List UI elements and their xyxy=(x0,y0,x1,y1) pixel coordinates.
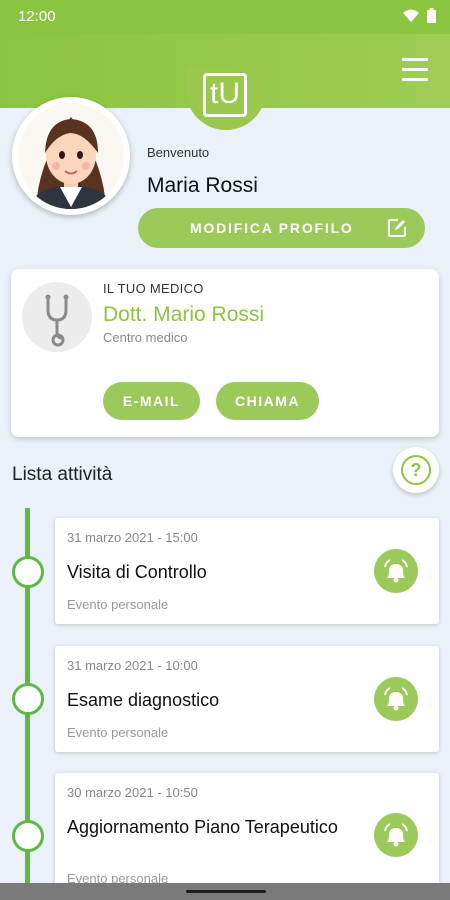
status-icons xyxy=(403,8,436,23)
doctor-caption: IL TUO MEDICO xyxy=(103,281,204,296)
timeline-node xyxy=(12,683,44,715)
avatar[interactable] xyxy=(12,97,130,215)
hamburger-menu-icon[interactable] xyxy=(402,58,428,82)
event-card[interactable]: 31 marzo 2021 - 10:00 Esame diagnostico … xyxy=(55,646,439,752)
activity-list-title: Lista attività xyxy=(12,464,113,485)
wifi-icon xyxy=(403,9,419,22)
help-icon: ? xyxy=(401,455,431,485)
event-type: Evento personale xyxy=(67,725,169,740)
stethoscope-icon xyxy=(22,282,92,352)
edit-profile-button[interactable]: MODIFICA PROFILO xyxy=(138,208,425,248)
alarm-icon[interactable] xyxy=(374,549,418,593)
user-name: Maria Rossi xyxy=(147,174,258,197)
event-date: 31 marzo 2021 - 15:00 xyxy=(67,530,198,545)
call-button[interactable]: CHIAMA xyxy=(216,382,319,420)
avatar-image xyxy=(18,103,124,209)
email-button[interactable]: E-MAIL xyxy=(103,382,200,420)
system-nav-bar xyxy=(0,883,450,900)
doctor-card: IL TUO MEDICO Dott. Mario Rossi Centro m… xyxy=(11,269,439,437)
timeline-node xyxy=(12,820,44,852)
edit-profile-label: MODIFICA PROFILO xyxy=(190,220,354,236)
app-logo: tU xyxy=(203,73,247,117)
event-card[interactable]: 30 marzo 2021 - 10:50 Aggiornamento Pian… xyxy=(55,773,439,893)
help-button[interactable]: ? xyxy=(393,447,439,493)
event-date: 30 marzo 2021 - 10:50 xyxy=(67,785,198,800)
event-title: Esame diagnostico xyxy=(67,690,220,710)
home-gesture-handle[interactable] xyxy=(186,890,266,893)
event-date: 31 marzo 2021 - 10:00 xyxy=(67,658,198,673)
battery-icon xyxy=(427,8,436,23)
timeline-node xyxy=(12,556,44,588)
welcome-text: Benvenuto xyxy=(147,145,210,160)
event-card[interactable]: 31 marzo 2021 - 15:00 Visita di Controll… xyxy=(55,518,439,624)
doctor-center: Centro medico xyxy=(103,330,188,345)
doctor-name: Dott. Mario Rossi xyxy=(103,303,265,326)
event-title: Aggiornamento Piano Terapeutico xyxy=(67,817,338,837)
event-title: Visita di Controllo xyxy=(67,562,207,582)
status-time: 12:00 xyxy=(18,8,56,25)
alarm-icon[interactable] xyxy=(374,677,418,721)
alarm-icon[interactable] xyxy=(374,813,418,857)
status-bar: 12:00 xyxy=(0,0,450,34)
edit-icon xyxy=(387,218,407,241)
event-type: Evento personale xyxy=(67,597,169,612)
